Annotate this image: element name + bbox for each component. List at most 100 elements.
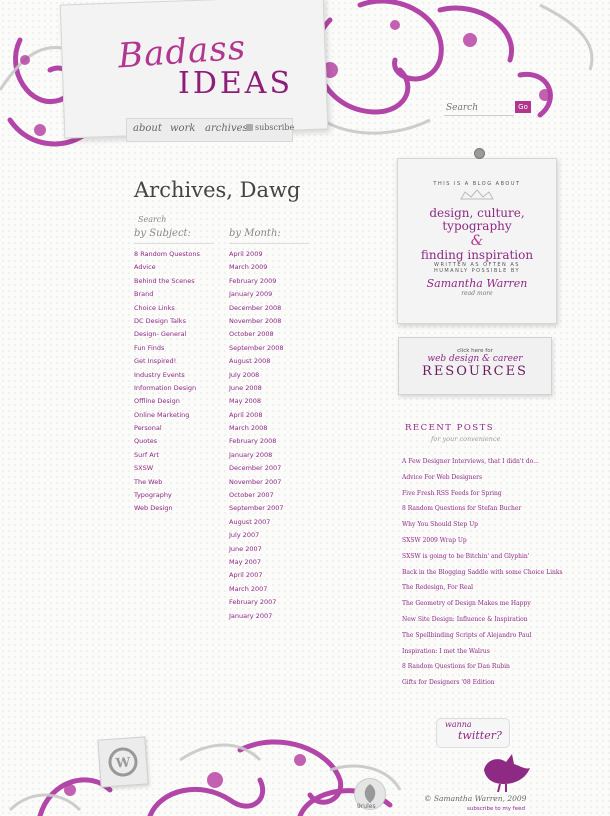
recent-post-link[interactable]: Back in the Blogging Saddle with some Ch… — [402, 565, 563, 581]
pushpin-icon — [474, 148, 485, 159]
about-written-2: HUMANLY POSSIBLE BY — [433, 268, 521, 274]
month-link[interactable]: January 2007 — [229, 610, 284, 623]
subject-link[interactable]: Information Design — [134, 382, 200, 395]
recent-post-link[interactable]: A Few Designer Interviews, that I didn't… — [402, 454, 563, 470]
month-link[interactable]: January 2008 — [229, 449, 284, 462]
recent-post-link[interactable]: The Geometry of Design Makes me Happy — [402, 596, 563, 612]
month-link[interactable]: August 2007 — [229, 516, 284, 529]
month-link[interactable]: February 2007 — [229, 596, 284, 609]
month-link[interactable]: September 2008 — [229, 342, 284, 355]
subject-link[interactable]: Typography — [134, 489, 200, 502]
month-link[interactable]: December 2007 — [229, 462, 284, 475]
recent-post-link[interactable]: Gifts for Designers '08 Edition — [402, 675, 563, 691]
nav-about[interactable]: about — [133, 123, 162, 134]
about-author: Samantha Warren — [426, 277, 528, 290]
page-title: Archives, Dawg — [134, 178, 301, 202]
about-ampersand: & — [470, 233, 484, 249]
month-link[interactable]: March 2007 — [229, 583, 284, 596]
rss-icon[interactable] — [246, 124, 253, 131]
subject-link[interactable]: Get Inspired! — [134, 355, 200, 368]
month-link[interactable]: March 2009 — [229, 261, 284, 274]
month-link[interactable]: August 2008 — [229, 355, 284, 368]
crown-ornament-icon — [460, 189, 494, 200]
about-read-more[interactable]: read more — [398, 290, 556, 297]
recent-post-link[interactable]: Five Fresh RSS Feeds for Spring — [402, 486, 563, 502]
nav-work[interactable]: work — [170, 123, 195, 134]
month-link[interactable]: July 2007 — [229, 529, 284, 542]
about-topic-2: typography — [442, 219, 512, 233]
svg-text:W: W — [114, 755, 131, 771]
subject-link[interactable]: Surf Art — [134, 449, 200, 462]
copyright: © Samantha Warren, 2009 — [424, 794, 527, 803]
nav-archives[interactable]: archives — [205, 123, 248, 134]
recent-post-link[interactable]: Why You Should Step Up — [402, 517, 563, 533]
recent-post-link[interactable]: The Redesign, For Real — [402, 580, 563, 596]
recent-post-link[interactable]: New Site Design: Influence & Inspiration — [402, 612, 563, 628]
month-link[interactable]: May 2007 — [229, 556, 284, 569]
subject-link[interactable]: Behind the Scenes — [134, 275, 200, 288]
month-link[interactable]: November 2007 — [229, 476, 284, 489]
nav-subscribe[interactable]: subscribe — [255, 123, 294, 132]
subject-link[interactable]: Quotes — [134, 435, 200, 448]
month-link[interactable]: April 2009 — [229, 248, 284, 261]
subject-link[interactable]: Fun Finds — [134, 342, 200, 355]
recent-post-link[interactable]: Advice For Web Designers — [402, 470, 563, 486]
recent-post-link[interactable]: 8 Random Questions for Stefan Bucher — [402, 501, 563, 517]
subject-heading-rule — [134, 243, 214, 244]
resources-card[interactable]: click here for web design & career RESOU… — [398, 337, 552, 395]
about-intro: THIS IS A BLOG ABOUT — [433, 181, 521, 187]
subject-link[interactable]: The Web — [134, 476, 200, 489]
month-link[interactable]: April 2007 — [229, 569, 284, 582]
resources-line-3: RESOURCES — [422, 364, 528, 379]
search-go-button[interactable]: Go — [515, 101, 531, 113]
subject-link[interactable]: Offline Design — [134, 395, 200, 408]
month-link[interactable]: December 2008 — [229, 302, 284, 315]
month-link[interactable]: September 2007 — [229, 502, 284, 515]
subject-link[interactable]: Personal — [134, 422, 200, 435]
subject-link[interactable]: Design- General — [134, 328, 200, 341]
recent-post-link[interactable]: Inspiration: I met the Walrus — [402, 644, 563, 660]
search-underline — [444, 115, 514, 116]
wordpress-icon: W — [108, 747, 138, 777]
month-link[interactable]: February 2008 — [229, 435, 284, 448]
subject-link[interactable]: 8 Random Questons — [134, 248, 200, 261]
subject-link[interactable]: SXSW — [134, 462, 200, 475]
month-link[interactable]: June 2008 — [229, 382, 284, 395]
subject-list: 8 Random Questons Advice Behind the Scenes… — [134, 248, 200, 516]
subject-link[interactable]: Choice Links — [134, 302, 200, 315]
twitter-link[interactable]: twitter? — [458, 729, 502, 742]
subject-link[interactable]: Industry Events — [134, 369, 200, 382]
month-link[interactable]: April 2008 — [229, 409, 284, 422]
month-link[interactable]: July 2008 — [229, 369, 284, 382]
subject-link[interactable]: Web Design — [134, 502, 200, 515]
bird-icon[interactable] — [476, 748, 532, 792]
recent-post-link[interactable]: 8 Random Questions for Dan Rubin — [402, 659, 563, 675]
month-list: April 2009 March 2009 February 2009 January… — [229, 248, 284, 623]
subject-link[interactable]: Advice — [134, 261, 200, 274]
recent-post-link[interactable]: SXSW is going to be Bitchin' and Glyphin… — [402, 549, 563, 565]
recent-post-link[interactable]: SXSW 2009 Wrap Up — [402, 533, 563, 549]
subscribe-feed-link[interactable]: subscribe to my feed — [467, 806, 525, 812]
subject-link[interactable]: Online Marketing — [134, 409, 200, 422]
logo-ideas[interactable]: IDEAS — [178, 66, 293, 101]
month-link[interactable]: March 2008 — [229, 422, 284, 435]
wordpress-badge[interactable]: W — [97, 736, 149, 788]
about-card[interactable]: THIS IS A BLOG ABOUT design, culture, ty… — [397, 158, 557, 324]
twitter-wanna[interactable]: wanna — [445, 720, 472, 729]
subject-link[interactable]: DC Design Talks — [134, 315, 200, 328]
month-link[interactable]: February 2009 — [229, 275, 284, 288]
9rules-label: 9rules — [357, 803, 376, 810]
month-link[interactable]: May 2008 — [229, 395, 284, 408]
recent-posts-title: RECENT POSTS — [405, 423, 495, 433]
recent-posts-subtitle: for your convenience — [431, 435, 501, 443]
month-link[interactable]: October 2008 — [229, 328, 284, 341]
month-link[interactable]: November 2008 — [229, 315, 284, 328]
subject-link[interactable]: Brand — [134, 288, 200, 301]
month-link[interactable]: June 2007 — [229, 543, 284, 556]
month-link[interactable]: October 2007 — [229, 489, 284, 502]
month-heading: by Month: — [229, 228, 281, 239]
month-heading-rule — [229, 243, 309, 244]
month-link[interactable]: January 2009 — [229, 288, 284, 301]
search-input[interactable] — [444, 101, 518, 115]
recent-post-link[interactable]: The Spellbinding Scripts of Alejandro Pa… — [402, 628, 563, 644]
